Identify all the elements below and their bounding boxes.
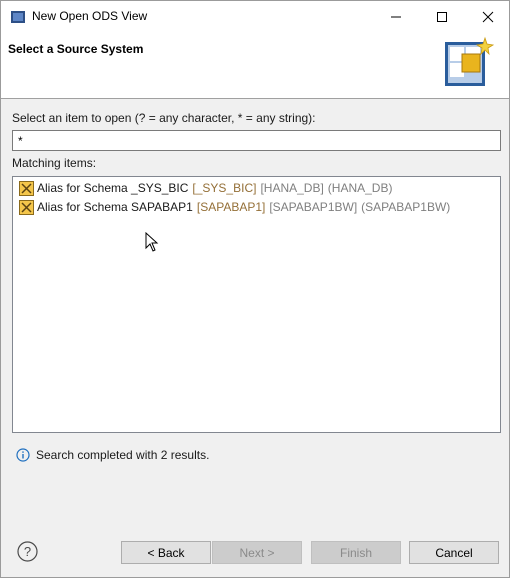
back-button[interactable]: < Back: [121, 541, 211, 564]
svg-text:?: ?: [24, 544, 31, 559]
maximize-icon: [437, 11, 447, 22]
alias-schema-icon: [19, 180, 34, 196]
alias-schema-icon: [19, 199, 34, 215]
next-button[interactable]: Next >: [212, 541, 302, 564]
app-icon: [11, 11, 25, 23]
item-name: Alias for Schema SAPABAP1: [37, 200, 193, 214]
matching-items-list[interactable]: Alias for Schema _SYS_BIC [_SYS_BIC] [HA…: [12, 176, 501, 433]
matching-items-label: Matching items:: [12, 156, 97, 170]
cancel-button[interactable]: Cancel: [409, 541, 499, 564]
maximize-button[interactable]: [419, 1, 465, 32]
dialog-window: New Open ODS View Select a Source System…: [0, 0, 510, 578]
item-schema: [_SYS_BIC]: [192, 181, 257, 195]
item-db: [SAPABAP1BW]: [269, 200, 358, 214]
window-title: New Open ODS View: [32, 9, 148, 23]
pattern-input[interactable]: [12, 130, 501, 151]
close-icon: [482, 11, 494, 22]
item-schema: [SAPABAP1]: [196, 200, 266, 214]
item-source: (HANA_DB): [327, 181, 393, 195]
close-button[interactable]: [465, 1, 510, 32]
item-source: (SAPABAP1BW): [361, 200, 451, 214]
minimize-icon: [391, 16, 401, 17]
item-db: [HANA_DB]: [260, 181, 324, 195]
page-title: Select a Source System: [8, 42, 144, 56]
minimize-button[interactable]: [373, 1, 419, 32]
mouse-cursor-icon: [145, 232, 159, 252]
item-name: Alias for Schema _SYS_BIC: [37, 181, 189, 195]
pattern-label: Select an item to open (? = any characte…: [12, 111, 316, 125]
wizard-banner-icon: [445, 36, 494, 86]
status-line: Search completed with 2 results.: [16, 447, 209, 463]
finish-button[interactable]: Finish: [311, 541, 401, 564]
list-item[interactable]: Alias for Schema SAPABAP1 [SAPABAP1] [SA…: [19, 198, 450, 216]
list-item[interactable]: Alias for Schema _SYS_BIC [_SYS_BIC] [HA…: [19, 179, 392, 197]
status-text: Search completed with 2 results.: [36, 448, 210, 462]
title-bar: New Open ODS View: [1, 1, 509, 32]
info-icon: [16, 448, 30, 462]
wizard-header: Select a Source System: [1, 32, 509, 99]
help-icon[interactable]: ?: [17, 541, 38, 562]
